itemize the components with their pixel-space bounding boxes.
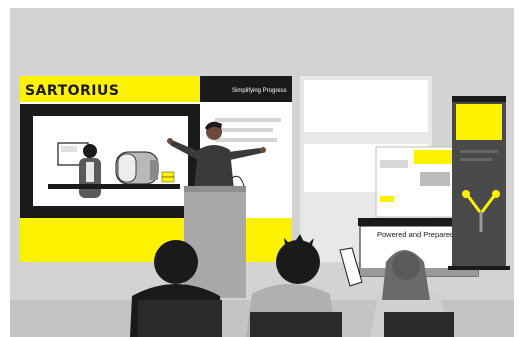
banner-stand bbox=[448, 96, 510, 270]
brand-logo: SARTORIUS bbox=[25, 83, 119, 99]
screen-content bbox=[33, 116, 188, 206]
conference-illustration: SARTORIUS Simplifying Progress Powered a… bbox=[10, 8, 514, 337]
text-line bbox=[215, 128, 273, 132]
booth-caption: Powered and Prepared bbox=[377, 230, 454, 239]
lab-bench bbox=[48, 184, 180, 189]
sample-boxes bbox=[161, 171, 175, 183]
banner-yellow bbox=[456, 104, 502, 140]
text-line bbox=[215, 138, 277, 142]
presentation-panel: SARTORIUS Simplifying Progress bbox=[20, 76, 292, 262]
lab-instrument bbox=[115, 151, 159, 185]
podium bbox=[184, 175, 246, 298]
display-instrument bbox=[375, 146, 461, 218]
brand-tagline: Simplifying Progress bbox=[232, 88, 287, 94]
text-line bbox=[215, 118, 281, 122]
